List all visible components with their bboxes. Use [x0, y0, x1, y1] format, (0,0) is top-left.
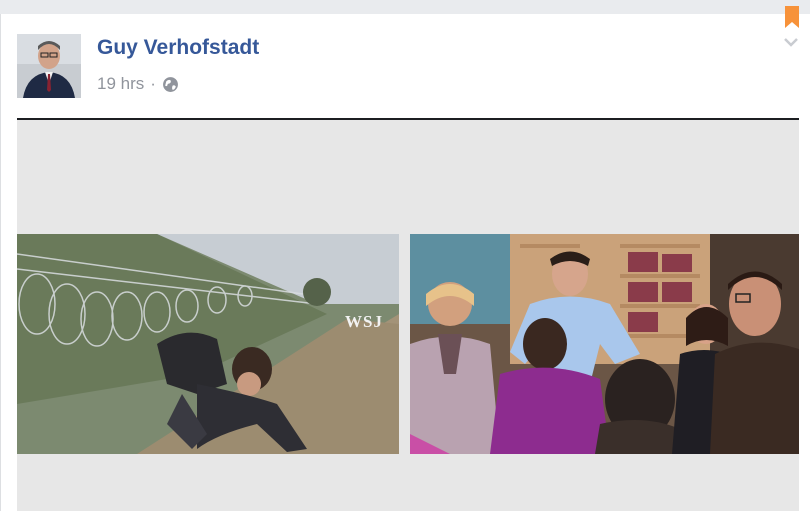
video-player[interactable]: WSJ [17, 120, 799, 511]
meta-separator: · [150, 74, 156, 93]
chevron-down-icon[interactable] [783, 36, 799, 48]
video-frame-left [17, 234, 399, 454]
avatar-photo [17, 34, 81, 98]
bookmark-ribbon-icon[interactable] [783, 6, 801, 30]
post-timestamp[interactable]: 19 hrs [97, 74, 144, 94]
author-name-link[interactable]: Guy Verhofstadt [97, 36, 259, 60]
post-card: Guy Verhofstadt 19 hrs · WSJ [0, 6, 810, 511]
author-avatar[interactable] [17, 34, 81, 98]
globe-icon[interactable] [162, 76, 179, 93]
video-frame-right [410, 234, 799, 454]
post-meta: 19 hrs · [97, 74, 179, 94]
video-watermark: WSJ [345, 312, 383, 331]
